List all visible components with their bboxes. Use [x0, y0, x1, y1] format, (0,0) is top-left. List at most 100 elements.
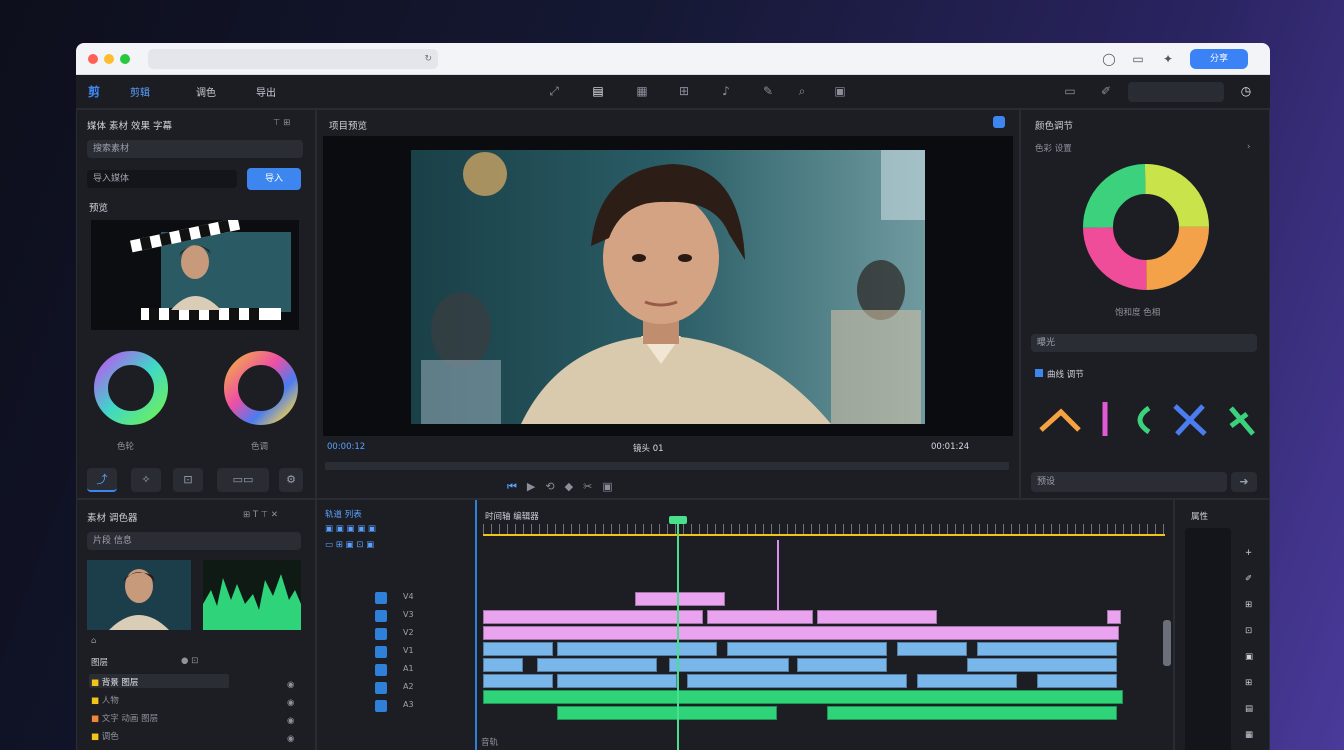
layers-icon[interactable]: ▦: [634, 83, 650, 99]
color-wheel-right[interactable]: [221, 348, 301, 428]
track-toggle[interactable]: [375, 628, 387, 640]
layer-item-3[interactable]: ■ 文字 动画 图层: [91, 712, 158, 724]
track-tools-icons[interactable]: ▣ ▣ ▣ ▣ ▣: [325, 524, 376, 534]
timeline-scrollbar[interactable]: [1163, 620, 1171, 666]
search-input[interactable]: 搜索素材: [87, 140, 303, 158]
timeline-clip[interactable]: [483, 674, 553, 688]
hue-wheel[interactable]: [1081, 162, 1211, 292]
video-canvas[interactable]: [323, 136, 1013, 436]
layer-item-1[interactable]: ■ 背景 图层: [91, 676, 138, 688]
tab-crop-icon[interactable]: ⊡: [173, 468, 203, 492]
stack-icon[interactable]: ▣: [832, 83, 848, 99]
track-toggle[interactable]: [375, 646, 387, 658]
track-toggle[interactable]: [375, 664, 387, 676]
window-icon[interactable]: ▭: [1131, 52, 1145, 66]
visibility-icons[interactable]: ◉ ◉ ◉ ◉: [287, 676, 294, 748]
track-tools-icons-2[interactable]: ▭ ⊞ ▣ ⊡ ▣: [325, 540, 374, 550]
view-toggle-group[interactable]: [1128, 82, 1224, 102]
track-label[interactable]: V1: [403, 646, 414, 655]
timeline-clip[interactable]: [483, 626, 1119, 640]
import-button[interactable]: 导入: [247, 168, 301, 190]
color-wheel-left[interactable]: [91, 348, 171, 428]
link-icon[interactable]: ⌂: [91, 636, 96, 646]
clip-info-field[interactable]: 片段 信息: [87, 532, 301, 550]
github-icon[interactable]: ◯: [1102, 52, 1116, 66]
chevron-right-icon[interactable]: ›: [1247, 142, 1250, 152]
timeline-clip[interactable]: [669, 658, 789, 672]
audio-icon[interactable]: ♪: [718, 83, 734, 99]
layer-item-2[interactable]: ■ 人物: [91, 694, 119, 706]
tab-effects-icon[interactable]: ✧: [131, 468, 161, 492]
timeline-clip[interactable]: [977, 642, 1117, 656]
timeline-clip[interactable]: [557, 706, 777, 720]
tab-transform-icon[interactable]: ⤴: [87, 468, 117, 492]
timeline-clip[interactable]: [1107, 610, 1121, 624]
tab-settings-icon[interactable]: ⚙: [279, 468, 303, 492]
preview-thumbnail[interactable]: [91, 220, 299, 330]
track-toggle[interactable]: [375, 592, 387, 604]
curve-presets[interactable]: [1035, 394, 1257, 444]
track-label[interactable]: V2: [403, 628, 414, 637]
preset-apply-icon[interactable]: ➜: [1231, 472, 1257, 492]
clip-thumbnail[interactable]: [87, 560, 191, 630]
import-field[interactable]: 导入媒体: [87, 170, 237, 188]
timeline-clip[interactable]: [483, 690, 1123, 704]
timeline-ruler[interactable]: [483, 524, 1165, 536]
timeline-clip[interactable]: [897, 642, 967, 656]
track-toggle[interactable]: [375, 700, 387, 712]
layer-options-icon[interactable]: ● ⊡: [181, 656, 198, 666]
reload-icon[interactable]: ↻: [424, 49, 432, 69]
pen-icon[interactable]: ✎: [760, 83, 776, 99]
share-button[interactable]: 分享: [1190, 49, 1248, 69]
timeline-clip[interactable]: [827, 706, 1117, 720]
timeline-clip[interactable]: [797, 658, 887, 672]
timeline-clip[interactable]: [483, 642, 553, 656]
playback-controls[interactable]: ⏮▶⟲◆✂▣: [507, 480, 867, 496]
track-label[interactable]: V3: [403, 610, 414, 619]
expand-icon[interactable]: ⤢: [546, 83, 562, 99]
track-toggle[interactable]: [375, 682, 387, 694]
timeline-clip[interactable]: [557, 642, 717, 656]
timeline-clip[interactable]: [635, 592, 725, 606]
scrub-bar[interactable]: [325, 462, 1009, 470]
close-dot[interactable]: [88, 54, 98, 64]
sparkle-icon[interactable]: ✦: [1161, 52, 1175, 66]
timeline-clip[interactable]: [483, 658, 523, 672]
menu-item-color[interactable]: 调色: [196, 84, 216, 99]
timeline-clip[interactable]: [727, 642, 887, 656]
pin-icon[interactable]: ⊤ ⊞: [273, 118, 290, 128]
exposure-slider[interactable]: 曝光: [1031, 334, 1257, 352]
url-bar[interactable]: ↻: [148, 49, 438, 69]
grid-icon[interactable]: ⊞: [676, 83, 692, 99]
in-marker[interactable]: [777, 540, 779, 610]
minimize-dot[interactable]: [104, 54, 114, 64]
timeline-clip[interactable]: [557, 674, 677, 688]
clock-icon[interactable]: ◷: [1238, 83, 1254, 99]
track-label[interactable]: A2: [403, 682, 414, 691]
tab-adjust-icon[interactable]: ▭▭: [217, 468, 269, 492]
playhead-handle[interactable]: [669, 516, 687, 524]
layer-tools-icon[interactable]: ⊞ T ⊤ ✕: [243, 510, 278, 520]
preset-dropdown[interactable]: 预设: [1031, 472, 1227, 492]
timeline-clip[interactable]: [483, 610, 703, 624]
track-label[interactable]: A3: [403, 700, 414, 709]
track-label[interactable]: A1: [403, 664, 414, 673]
layer-item-4[interactable]: ■ 调色: [91, 730, 119, 742]
brush-icon[interactable]: ✐: [1098, 83, 1114, 99]
track-label[interactable]: V4: [403, 592, 414, 601]
timeline-clip[interactable]: [707, 610, 813, 624]
document-icon[interactable]: ▤: [590, 83, 606, 99]
monitor-icon[interactable]: ▭: [1062, 83, 1078, 99]
timeline-clip[interactable]: [1037, 674, 1117, 688]
timeline-clip[interactable]: [967, 658, 1117, 672]
timeline-clip[interactable]: [917, 674, 1017, 688]
menu-item-edit[interactable]: 剪辑: [130, 84, 150, 99]
playhead[interactable]: [677, 522, 679, 750]
timeline-clip[interactable]: [687, 674, 907, 688]
viewer-settings-icon[interactable]: [993, 116, 1005, 128]
menu-item-export[interactable]: 导出: [256, 84, 276, 99]
maximize-dot[interactable]: [120, 54, 130, 64]
property-icons[interactable]: + ✐ ⊞ ⊡ ▣ ⊞ ▤ ▦: [1245, 540, 1253, 748]
zoom-icon[interactable]: ⌕: [794, 83, 810, 99]
timeline-clip[interactable]: [817, 610, 937, 624]
